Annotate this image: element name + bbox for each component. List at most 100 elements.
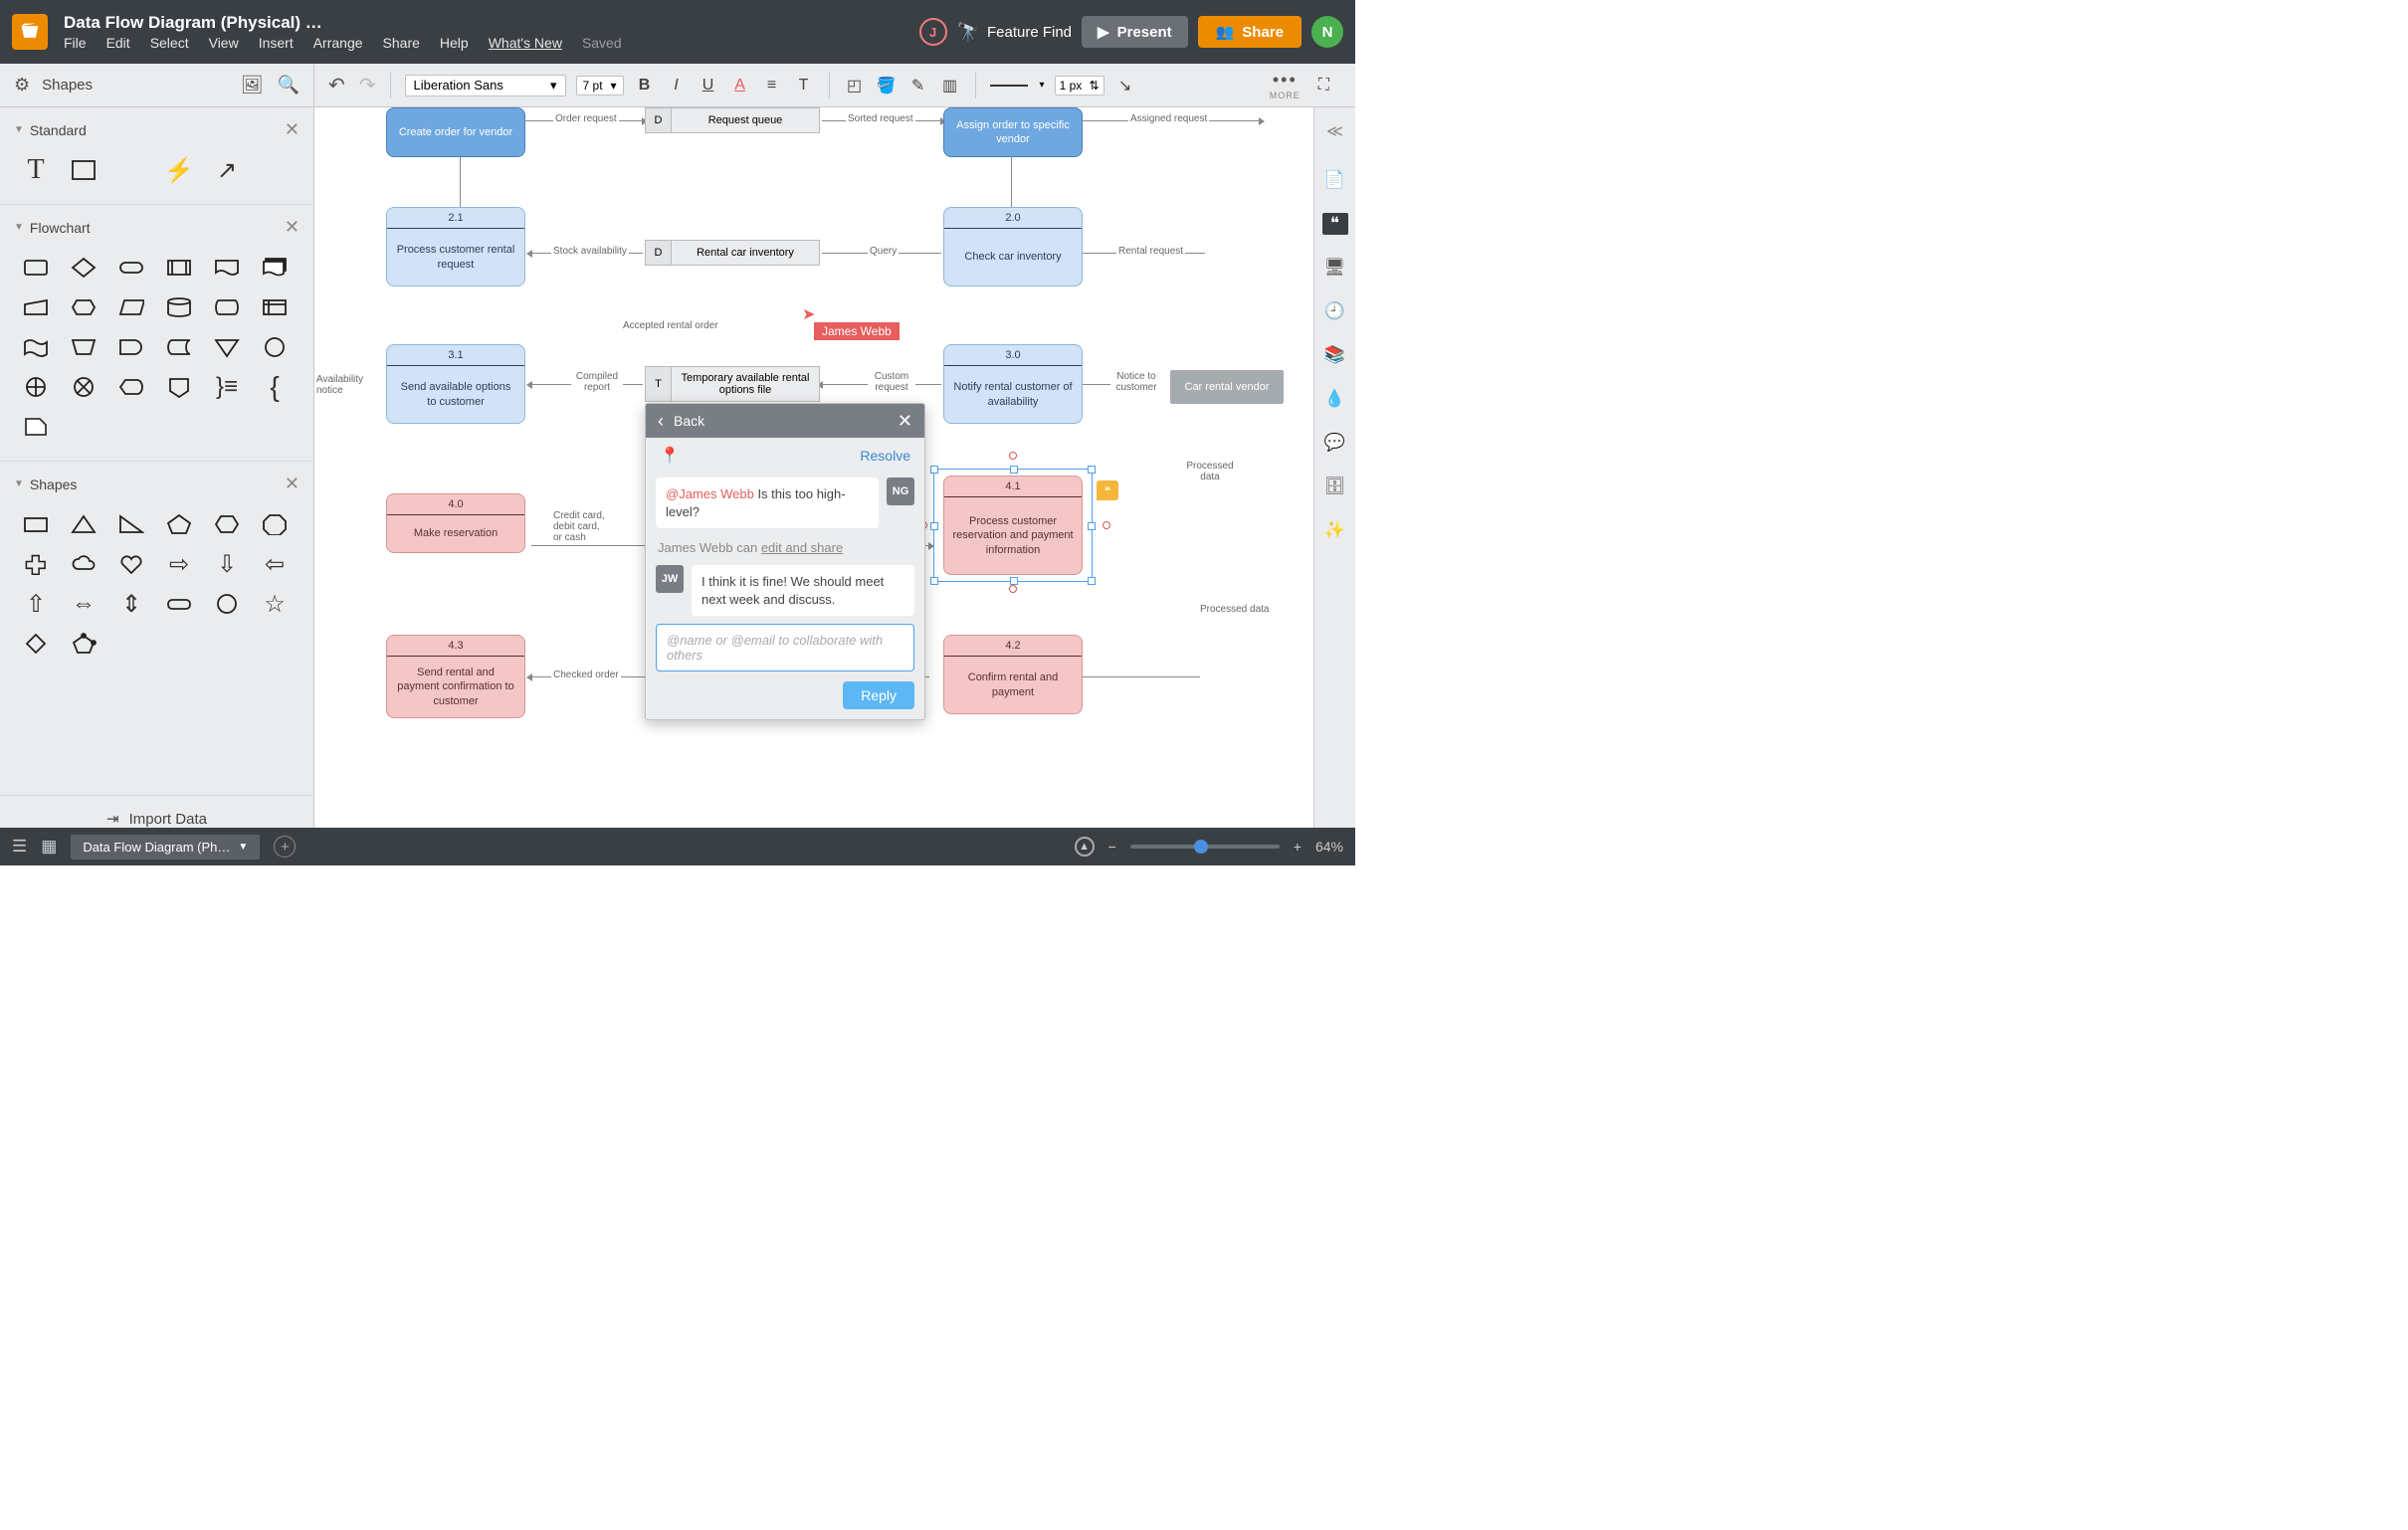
gear-icon[interactable]: ⚙ [14,75,30,96]
shape-database[interactable] [155,287,203,327]
menu-select[interactable]: Select [150,35,189,51]
add-page-button[interactable]: + [274,836,296,858]
shape-display[interactable] [107,367,155,407]
group-header-standard[interactable]: ▼ Standard ✕ [0,115,313,144]
shape-heart[interactable] [107,544,155,584]
shape-annotation[interactable]: }≡ [203,367,251,407]
undo-button[interactable]: ↶ [328,73,345,97]
fullscreen-icon[interactable]: ⛶ [1318,77,1329,95]
process-3-0[interactable]: 3.0 Notify rental customer of availabili… [943,344,1083,424]
back-chevron-icon[interactable]: ‹ [658,411,664,432]
shape-circle[interactable] [203,584,251,624]
list-view-icon[interactable]: ☰ [12,837,27,857]
presentation-icon[interactable]: 🖥 [1324,257,1346,279]
connection-point[interactable] [1009,452,1017,460]
connection-point[interactable] [1103,521,1110,529]
layers-icon[interactable]: 📚 [1324,344,1346,366]
menu-file[interactable]: File [64,35,87,51]
group-header-shapes[interactable]: ▼ Shapes ✕ [0,470,313,498]
shape-octagon[interactable] [251,504,299,544]
shape-stored-data[interactable] [155,327,203,367]
app-logo[interactable] [12,14,48,50]
shape-data[interactable] [107,287,155,327]
shape-cloud[interactable] [60,544,107,584]
text-color-button[interactable]: A [729,77,751,95]
close-icon[interactable]: ✕ [285,119,300,140]
shape-merge[interactable] [203,327,251,367]
menu-share[interactable]: Share [383,35,420,51]
shape-bolt[interactable]: ⚡ [155,150,203,190]
shape-arrow-left[interactable]: ⇦ [251,544,299,584]
quote-icon[interactable]: ❝ [1322,213,1348,235]
grid-view-icon[interactable]: ▦ [41,837,57,857]
font-size-select[interactable]: 7 pt▾ [576,76,624,96]
feature-find-button[interactable]: 🔭 Feature Find [957,22,1072,43]
close-icon[interactable]: ✕ [898,411,912,432]
process-4-0[interactable]: 4.0 Make reservation [386,493,525,553]
group-header-flowchart[interactable]: ▼ Flowchart ✕ [0,213,313,242]
doc-title[interactable]: Data Flow Diagram (Physical) … [64,13,919,33]
shape-process[interactable] [12,248,60,287]
line-style-button[interactable] [990,85,1028,87]
datastore-inventory[interactable]: D Rental car inventory [645,240,820,266]
data-linking-icon[interactable]: 🗄 [1324,476,1346,497]
bold-button[interactable]: B [634,77,656,95]
shape-document[interactable] [203,248,251,287]
shape-brace[interactable]: { [251,367,299,407]
shape-pill[interactable] [155,584,203,624]
line-width-select[interactable]: 1 px⇅ [1055,76,1104,96]
reply-button[interactable]: Reply [843,681,914,709]
fill-icon[interactable]: 🪣 [876,76,898,96]
shape-note[interactable] [107,150,155,190]
shape-arrow-ud[interactable]: ⇕ [107,584,155,624]
shape-star[interactable]: ☆ [251,584,299,624]
shape-manual-input[interactable] [12,287,60,327]
shape-sum[interactable] [60,367,107,407]
datastore-temp-file[interactable]: T Temporary available rental options fil… [645,366,820,402]
shape-arrow-right[interactable]: ⇨ [155,544,203,584]
document-icon[interactable]: 📄 [1324,169,1346,191]
autofit-icon[interactable]: ▲ [1075,837,1095,857]
shape-arrow[interactable]: ↗ [203,150,251,190]
page-tab[interactable]: Data Flow Diagram (Ph… ▼ [71,835,260,860]
process-3-1[interactable]: 3.1 Send available options to customer [386,344,525,424]
shape-text[interactable]: T [12,150,60,190]
process-assign-order[interactable]: Assign order to specific vendor [943,107,1083,157]
redo-button[interactable]: ↷ [359,73,376,97]
line-color-icon[interactable]: ✎ [907,76,929,96]
shape-off-page[interactable] [155,367,203,407]
shape-connector[interactable] [251,327,299,367]
pin-icon[interactable]: 📍 [660,446,680,466]
zoom-out-button[interactable]: − [1108,839,1116,855]
edit-share-link[interactable]: edit and share [761,540,843,555]
align-button[interactable]: ≡ [761,77,783,95]
collaborator-avatar-j[interactable]: J [919,18,947,46]
shape-rect[interactable] [60,150,107,190]
menu-help[interactable]: Help [440,35,469,51]
datastore-request-queue[interactable]: D Request queue [645,107,820,133]
shape-internal-storage[interactable] [251,287,299,327]
process-2-0[interactable]: 2.0 Check car inventory [943,207,1083,287]
search-icon[interactable]: 🔍 [278,75,300,96]
close-icon[interactable]: ✕ [285,217,300,238]
zoom-in-button[interactable]: + [1294,839,1302,855]
menu-whats-new[interactable]: What's New [489,35,562,51]
shape-arrow-down[interactable]: ⇩ [203,544,251,584]
canvas[interactable]: Order request Sorted request Assigned re… [314,107,1313,842]
shape-note-corner[interactable] [12,407,60,447]
menu-insert[interactable]: Insert [259,35,294,51]
comment-indicator[interactable] [1097,480,1118,500]
shape-decision[interactable] [60,248,107,287]
external-vendor[interactable]: Car rental vendor [1170,370,1284,404]
shape-pentagon[interactable] [155,504,203,544]
shape-delay[interactable] [107,327,155,367]
collapse-dock-icon[interactable]: ≪ [1326,121,1343,141]
italic-button[interactable]: I [666,77,688,95]
share-button[interactable]: 👥 Share [1198,16,1302,48]
shape-arrow-up[interactable]: ⇧ [12,584,60,624]
shape-diamond[interactable] [12,624,60,664]
shape-triangle[interactable] [60,504,107,544]
shape-multi-doc[interactable] [251,248,299,287]
comments-icon[interactable]: 💬 [1324,432,1346,454]
underline-button[interactable]: U [698,77,719,95]
